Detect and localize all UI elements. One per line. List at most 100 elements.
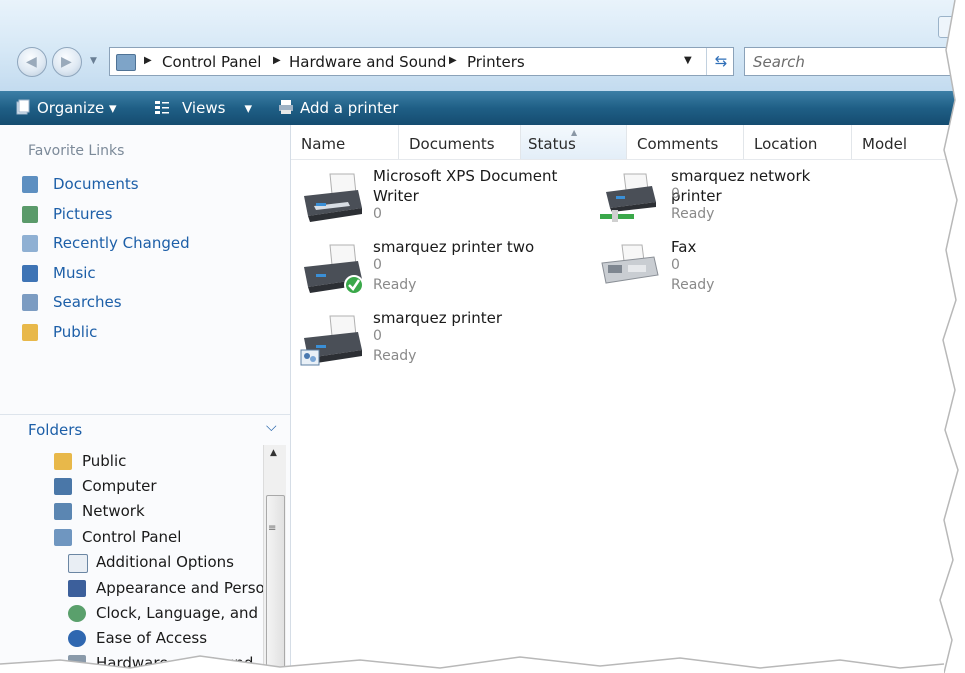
favorite-link-searches[interactable]: Searches — [22, 292, 272, 314]
tree-item-control-panel[interactable]: Control Panel — [54, 526, 284, 550]
tree-item-label: Ease of Access — [96, 629, 208, 647]
recently-changed-icon — [22, 235, 38, 252]
window-control-button[interactable] — [938, 16, 962, 38]
column-label: Documents — [409, 135, 495, 153]
column-header-documents[interactable]: Documents — [399, 125, 521, 159]
back-arrow-icon: ◀ — [26, 54, 37, 70]
views-button[interactable]: Views ▾ — [182, 99, 252, 117]
favorite-link-label: Pictures — [53, 205, 113, 223]
tree-item-ease-of-access[interactable]: Ease of Access — [68, 627, 290, 651]
organize-label: Organize — [37, 99, 105, 117]
refresh-icon[interactable]: ⇆ — [706, 48, 735, 75]
folder-tree: Public Computer Network Control Panel Ad… — [0, 444, 290, 673]
command-toolbar: Organize ▾ Views ▾ Add a printer — [0, 91, 965, 125]
printer-item-printer-two[interactable]: smarquez printer two 0 Ready — [300, 237, 580, 307]
printer-status: Ready — [373, 348, 417, 364]
scroll-up-icon[interactable]: ▲ — [270, 448, 277, 458]
search-box[interactable]: Search — [744, 47, 965, 76]
add-printer-button[interactable]: Add a printer — [300, 99, 398, 117]
back-button[interactable]: ◀ — [17, 47, 47, 77]
navigation-pane: Favorite Links Documents Pictures Recent… — [0, 125, 291, 673]
column-header-comments[interactable]: Comments — [627, 125, 744, 159]
tree-item-label: Control Panel — [82, 528, 182, 546]
hardware-sound-icon — [68, 655, 86, 672]
searches-icon — [22, 294, 38, 311]
tree-item-label: Computer — [82, 477, 157, 495]
tree-item-public[interactable]: Public — [54, 450, 284, 474]
tree-item-computer[interactable]: Computer — [54, 475, 284, 499]
favorite-link-pictures[interactable]: Pictures — [22, 204, 272, 226]
views-label: Views — [182, 99, 226, 117]
printer-item-smarquez-printer[interactable]: smarquez printer 0 Ready — [300, 308, 580, 378]
scrollbar-thumb[interactable] — [266, 495, 285, 673]
tree-item-network[interactable]: Network — [54, 500, 284, 524]
printer-item-network[interactable]: smarquez network printer 0 Ready — [598, 166, 878, 236]
printer-name: Microsoft XPS Document Writer — [373, 167, 558, 205]
favorite-link-public[interactable]: Public — [22, 322, 272, 344]
tree-item-additional-options[interactable]: Additional Options — [68, 551, 290, 575]
address-dropdown-icon[interactable]: ▼ — [684, 55, 692, 66]
tree-item-clock-language[interactable]: Clock, Language, and R — [68, 602, 290, 626]
breadcrumb-separator-icon[interactable]: ▶ — [449, 55, 457, 66]
tree-item-label: Network — [82, 502, 145, 520]
breadcrumb-separator-icon[interactable]: ▶ — [144, 55, 152, 66]
ease-of-access-icon — [68, 630, 86, 647]
tree-item-hardware-and-sound[interactable]: Hardware and Sound — [68, 652, 290, 673]
favorite-link-music[interactable]: Music — [22, 263, 272, 285]
favorite-link-recently-changed[interactable]: Recently Changed — [22, 233, 272, 255]
breadcrumb-control-panel[interactable]: Control Panel — [162, 53, 261, 71]
printer-document-count: 0 — [373, 328, 382, 344]
add-printer-icon — [279, 100, 293, 114]
favorite-links-title: Favorite Links — [28, 143, 125, 159]
column-header-model[interactable]: Model — [852, 125, 965, 159]
column-header-name[interactable]: Name — [291, 125, 399, 159]
control-panel-icon — [54, 529, 72, 546]
pictures-icon — [22, 206, 38, 223]
recent-pages-dropdown[interactable]: ▼ — [90, 56, 97, 66]
folder-tree-scrollbar[interactable]: ▲ ≡ — [263, 445, 286, 673]
search-placeholder: Search — [753, 53, 805, 71]
folders-header[interactable]: Folders ⌵ — [0, 414, 290, 443]
control-panel-icon — [116, 54, 136, 71]
printer-item-fax[interactable]: Fax 0 Ready — [598, 237, 878, 307]
printer-document-count: 0 — [373, 257, 382, 273]
column-label: Name — [301, 135, 346, 153]
default-printer-icon — [304, 244, 364, 295]
sort-ascending-icon: ▲ — [571, 128, 578, 137]
breadcrumb-printers[interactable]: Printers — [467, 53, 525, 71]
favorite-link-label: Music — [53, 264, 96, 282]
favorite-link-documents[interactable]: Documents — [22, 174, 272, 196]
printer-item-xps[interactable]: Microsoft XPS Document Writer 0 — [300, 166, 580, 236]
printer-status: Ready — [671, 206, 715, 222]
address-band: ◀ ▶ ▼ ▶ Control Panel ▶ Hardware and Sou… — [0, 0, 965, 91]
printer-document-count: 0 — [671, 186, 680, 202]
organize-icon — [16, 99, 30, 115]
network-printer-icon — [600, 173, 656, 222]
favorite-link-label: Documents — [53, 175, 139, 193]
folder-icon — [54, 453, 72, 470]
printer-name: smarquez printer two — [373, 238, 535, 256]
forward-button[interactable]: ▶ — [52, 47, 82, 77]
scroll-grip-icon: ≡ — [268, 523, 277, 534]
tree-item-label: Appearance and Person — [96, 579, 275, 597]
printer-status: Ready — [671, 277, 715, 293]
breadcrumb-hardware-and-sound[interactable]: Hardware and Sound — [289, 53, 446, 71]
folder-icon — [22, 324, 38, 341]
printer-icon — [304, 173, 362, 222]
appearance-icon — [68, 580, 86, 597]
column-label: Location — [754, 135, 818, 153]
tree-item-label: Clock, Language, and R — [96, 604, 274, 622]
printers-list: Name Documents Status ▲ Comments Locatio… — [291, 125, 965, 673]
breadcrumb-separator-icon[interactable]: ▶ — [273, 55, 281, 66]
additional-options-icon — [68, 554, 88, 573]
column-header-location[interactable]: Location — [744, 125, 852, 159]
address-bar[interactable]: ▶ Control Panel ▶ Hardware and Sound ▶ P… — [109, 47, 734, 76]
computer-icon — [54, 478, 72, 495]
tree-item-appearance[interactable]: Appearance and Person — [68, 577, 290, 601]
tree-item-label: Public — [82, 452, 127, 470]
chevron-down-icon[interactable]: ⌵ — [266, 419, 277, 435]
shared-printer-icon — [300, 315, 362, 366]
organize-button[interactable]: Organize ▾ — [37, 99, 117, 117]
printer-document-count: 0 — [671, 257, 680, 273]
printer-document-count: 0 — [373, 206, 382, 222]
